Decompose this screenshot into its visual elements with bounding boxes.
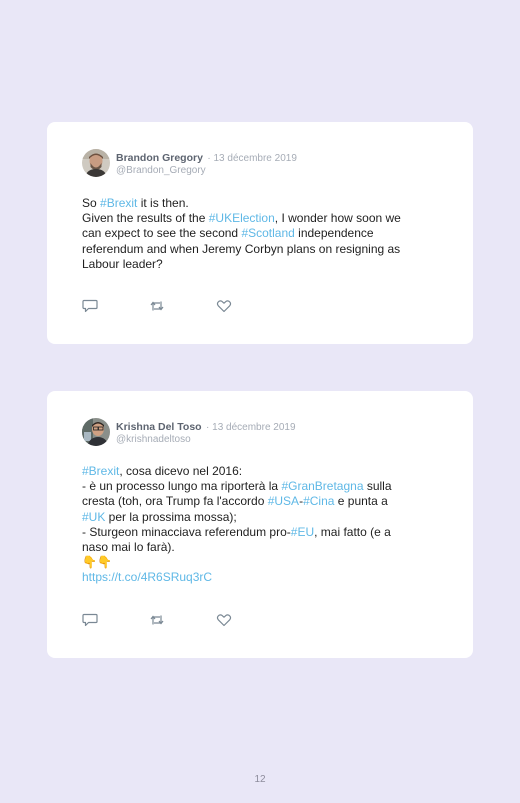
text-line: Given the results of the #UKElection, I … (82, 211, 442, 226)
like-icon[interactable] (216, 299, 232, 313)
retweet-icon[interactable] (149, 613, 165, 627)
retweet-icon[interactable] (149, 299, 165, 313)
tweet-date: · 13 décembre 2019 (206, 422, 296, 433)
page: { "page_number": "12", "tweets": [ { "na… (0, 0, 520, 803)
hashtag-link[interactable]: #UK (82, 510, 105, 524)
pointing-down-emoji: 👇👇 (82, 555, 112, 570)
tweet-card: Brandon Gregory · 13 décembre 2019 @Bran… (47, 122, 473, 344)
text-segment: can expect to see the second (82, 226, 242, 241)
text-segment: per la prossima mossa); (105, 509, 237, 524)
text-segment: So (82, 196, 101, 210)
avatar[interactable] (82, 418, 110, 446)
tweet-actions (82, 299, 232, 313)
tweet-text: #Brexit, cosa dicevo nel 2016: - è un pr… (82, 464, 442, 586)
text-line: #Brexit, cosa dicevo nel 2016: (82, 464, 442, 479)
hashtag-link[interactable]: #Brexit (82, 464, 119, 478)
tweet-header: Krishna Del Toso · 13 décembre 2019 @kri… (82, 418, 296, 446)
hashtag-link[interactable]: #Scotland (241, 226, 294, 240)
tweet-header: Brandon Gregory · 13 décembre 2019 @Bran… (82, 149, 297, 177)
tweet-date: · 13 décembre 2019 (207, 153, 297, 164)
author-name[interactable]: Brandon Gregory (116, 152, 203, 164)
text-line: cresta (toh, ora Trump fa l'accordo #USA… (82, 494, 442, 509)
text-line: - Sturgeon minacciava referendum pro-#EU… (82, 525, 442, 540)
hashtag-link[interactable]: #Brexit (100, 196, 137, 210)
text-segment: e punta a (334, 494, 388, 509)
text-segment: it is then. (137, 196, 189, 210)
text-segment: , I wonder how soon we (274, 211, 401, 226)
text-segment: cresta (toh, ora Trump fa l'accordo (82, 494, 268, 509)
text-segment: Given the results of the (82, 211, 209, 226)
page-number: 12 (254, 774, 266, 785)
hashtag-link[interactable]: #EU (291, 525, 314, 539)
text-line: naso mai lo farà). (82, 540, 175, 555)
hashtag-link[interactable]: #UKElection (209, 211, 275, 225)
reply-icon[interactable] (82, 613, 98, 627)
text-segment: , cosa dicevo nel 2016: (119, 464, 243, 478)
tweet-text: So #Brexit it is then. Given the results… (82, 196, 442, 272)
text-segment: - Sturgeon minacciava referendum pro- (82, 524, 291, 539)
tweet-card: Krishna Del Toso · 13 décembre 2019 @kri… (47, 391, 473, 658)
text-line: - è un processo lungo ma riporterà la #G… (82, 479, 442, 494)
text-line: So #Brexit it is then. (82, 196, 442, 211)
text-line: #UK per la prossima mossa); (82, 510, 442, 525)
hashtag-link[interactable]: #GranBretagna (281, 479, 363, 493)
reply-icon[interactable] (82, 299, 98, 313)
hashtag-link[interactable]: #USA (268, 494, 299, 508)
tweet-actions (82, 613, 232, 627)
author-handle[interactable]: @Brandon_Gregory (116, 165, 297, 177)
text-line: referendum and when Jeremy Corbyn plans … (82, 241, 401, 256)
hashtag-link[interactable]: #Cina (303, 494, 334, 508)
tweet-link[interactable]: https://t.co/4R6SRuq3rC (82, 570, 442, 585)
author-name[interactable]: Krishna Del Toso (116, 421, 202, 433)
text-line: Labour leader? (82, 256, 163, 271)
text-segment: independence (294, 226, 374, 241)
author-handle[interactable]: @krishnadeltoso (116, 434, 296, 446)
text-segment: sulla (363, 479, 392, 494)
avatar[interactable] (82, 149, 110, 177)
like-icon[interactable] (216, 613, 232, 627)
text-segment: , mai fatto (e a (314, 524, 391, 539)
text-line: can expect to see the second #Scotland i… (82, 226, 442, 241)
text-segment: - è un processo lungo ma riporterà la (82, 479, 282, 494)
